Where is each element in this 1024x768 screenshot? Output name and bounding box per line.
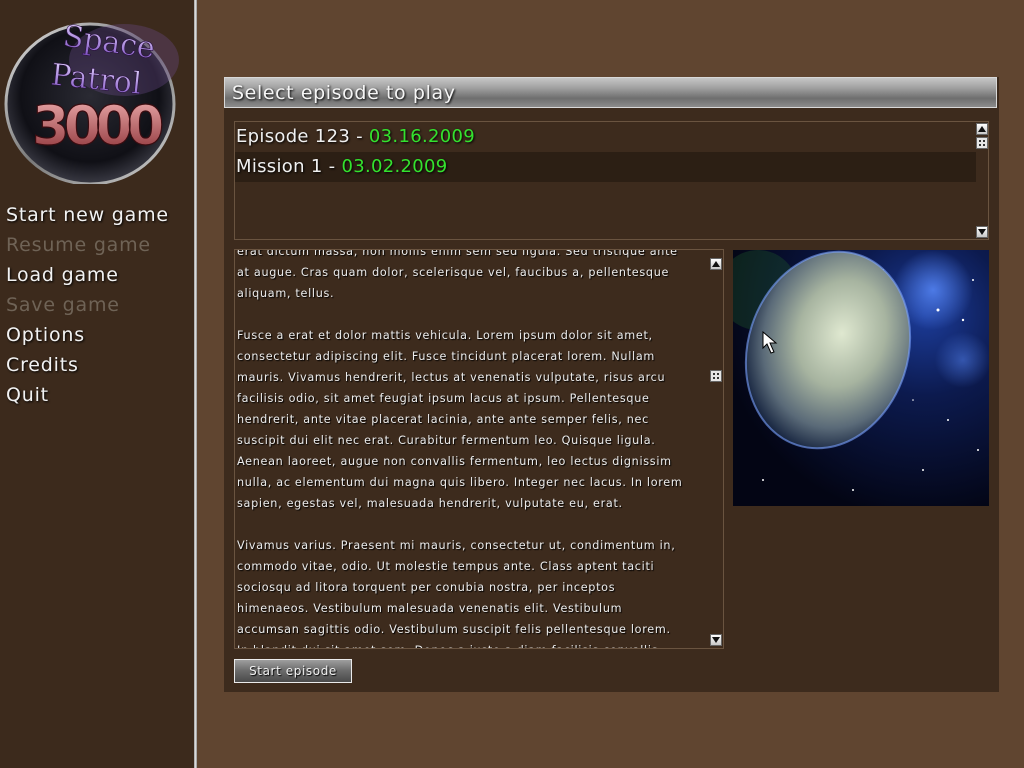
scroll-up-icon[interactable] <box>710 258 722 270</box>
sidebar: Space Patrol 3000 Start new game Resume … <box>0 0 194 768</box>
dialog-title: Select episode to play <box>224 77 997 108</box>
svg-text:3000: 3000 <box>32 94 162 157</box>
episode-separator: - <box>322 156 342 177</box>
scroll-thumb-icon[interactable] <box>976 137 988 149</box>
main-menu: Start new game Resume game Load game Sav… <box>6 200 169 410</box>
scroll-thumb-icon[interactable] <box>710 370 722 382</box>
episode-name: Mission 1 <box>236 156 323 177</box>
episode-list[interactable]: Episode 123 - 03.16.2009 Mission 1 - 03.… <box>234 121 989 240</box>
mouse-cursor-icon <box>762 331 778 354</box>
description-text: erat dictum massa, non mollis enim sem s… <box>237 249 683 648</box>
menu-save-game: Save game <box>6 294 120 316</box>
sidebar-divider <box>194 0 197 768</box>
scroll-down-icon[interactable] <box>710 634 722 646</box>
episode-dialog: Select episode to play Episode 123 - 03.… <box>224 77 999 692</box>
menu-resume-game: Resume game <box>6 234 151 256</box>
episode-name: Episode 123 <box>236 126 351 147</box>
planet-image <box>733 250 989 506</box>
episode-row-selected[interactable]: Mission 1 - 03.02.2009 <box>235 152 976 182</box>
episode-description[interactable]: erat dictum massa, non mollis enim sem s… <box>234 249 724 649</box>
scroll-up-icon[interactable] <box>976 123 988 135</box>
game-logo: Space Patrol 3000 <box>4 18 179 184</box>
episode-date: 03.16.2009 <box>368 126 475 147</box>
menu-start-new-game[interactable]: Start new game <box>6 200 169 230</box>
scroll-down-icon[interactable] <box>976 226 988 238</box>
menu-quit[interactable]: Quit <box>6 380 169 410</box>
episode-row[interactable]: Episode 123 - 03.16.2009 <box>235 122 976 152</box>
menu-credits[interactable]: Credits <box>6 350 169 380</box>
start-episode-button[interactable]: Start episode <box>234 659 352 683</box>
episode-separator: - <box>350 126 369 147</box>
episode-date: 03.02.2009 <box>341 156 448 177</box>
menu-load-game[interactable]: Load game <box>6 260 169 290</box>
menu-options[interactable]: Options <box>6 320 169 350</box>
